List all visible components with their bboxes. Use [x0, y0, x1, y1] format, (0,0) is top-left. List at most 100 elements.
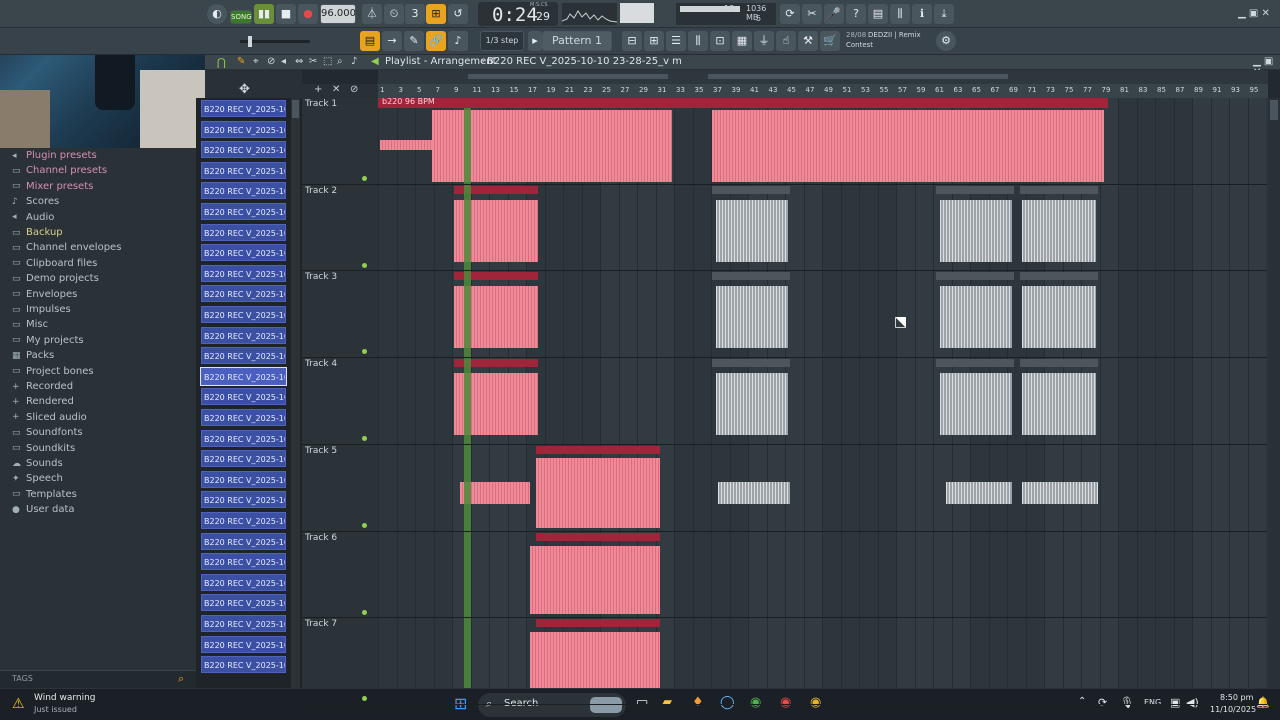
audio-clip[interactable] — [716, 373, 788, 435]
browser-item-project-bones[interactable]: ▭ Project bones — [12, 364, 94, 379]
pattern-clip-header[interactable] — [936, 359, 1014, 367]
audio-clip[interactable] — [1022, 482, 1098, 504]
pattern-clip-header[interactable] — [1020, 186, 1098, 194]
volume-icon[interactable]: ◀) — [1186, 696, 1199, 709]
link-icon[interactable]: 🔗 — [426, 31, 446, 51]
close-track-icon[interactable]: ✕ — [332, 84, 340, 95]
audio-clip[interactable] — [940, 286, 1012, 348]
audio-clip[interactable] — [1022, 286, 1096, 348]
browser-item-sliced-audio[interactable]: + Sliced audio — [12, 410, 87, 425]
clock-date[interactable]: 11/10/2025 — [1210, 705, 1256, 714]
pattern-clip-header[interactable] — [536, 533, 660, 541]
tempo-automation-bar[interactable]: b220 96 BPM — [378, 97, 1108, 108]
clip-item[interactable]: B220 REC V_2025-10-11... — [201, 635, 286, 653]
master-volume-slider[interactable] — [240, 36, 310, 47]
tools-icon[interactable]: ✂ — [802, 4, 822, 24]
news-line-1[interactable]: DEDZII | Remix — [868, 31, 921, 39]
pattern-prev-icon[interactable]: ▸ — [528, 31, 542, 51]
select-tool-icon[interactable]: ⬚ — [323, 56, 332, 67]
wrench-icon[interactable]: ⚒ — [798, 31, 818, 51]
clock-time[interactable]: 8:50 pm — [1220, 693, 1253, 702]
microphone-icon[interactable]: 🎤 — [824, 4, 844, 24]
audio-clip[interactable] — [536, 458, 660, 528]
stop-button[interactable]: ■ — [276, 4, 296, 24]
clip-item[interactable]: B220 REC V_2025-10-11... — [201, 615, 286, 632]
search-icon[interactable]: ⌕ — [178, 672, 184, 686]
clip-item[interactable]: B220 REC V_2025-10-10... — [201, 285, 286, 303]
pattern-clip-header[interactable] — [536, 446, 660, 454]
clip-item[interactable]: B220 REC V_2025-10-10... — [201, 429, 286, 447]
clip-item[interactable]: B220 REC V_2025-10-11... — [201, 532, 286, 550]
metronome-icon[interactable]: ⏃ — [362, 4, 382, 24]
audio-clip[interactable] — [716, 200, 788, 262]
browser-item-clipboard-files[interactable]: ▭ Clipboard files — [12, 256, 97, 271]
clip-item[interactable]: B220 REC V_2025-10-10... — [200, 366, 287, 386]
cart-icon[interactable]: 🛒 — [820, 31, 840, 51]
audio-clip[interactable] — [530, 546, 660, 614]
task-view-icon[interactable]: ▭ — [636, 695, 648, 710]
clip-item[interactable]: B220 REC V_2025-10-10... — [201, 100, 286, 117]
audio-clip[interactable] — [1022, 200, 1096, 262]
time-display[interactable]: 0:24 29 M:S:CS — [478, 2, 558, 26]
clip-item[interactable]: B220 REC V_2025-10-11... — [201, 656, 286, 674]
file-explorer-icon[interactable]: ▰ — [662, 695, 672, 710]
browser-item-recorded[interactable]: + Recorded — [12, 379, 73, 394]
track-label[interactable]: Track 6 — [305, 533, 337, 543]
clip-list-scrollbar[interactable] — [291, 98, 300, 688]
wait-record-icon[interactable]: ⏲ — [384, 4, 404, 24]
track-enable-led[interactable] — [362, 262, 367, 268]
slip-tool-icon[interactable]: ⇔ — [295, 56, 303, 67]
browser-icon[interactable]: ⊡ — [710, 31, 730, 51]
clip-item[interactable]: B220 REC V_2025-10-10... — [201, 161, 286, 179]
weather-title[interactable]: Wind warning — [34, 693, 96, 703]
track-label[interactable]: Track 3 — [305, 272, 337, 282]
playlist-scrollbar[interactable] — [1268, 98, 1280, 688]
clip-item[interactable]: B220 REC V_2025-10-10... — [201, 244, 286, 262]
touch-icon[interactable]: ☝ — [776, 31, 796, 51]
browser-item-mixer-presets[interactable]: ▭ Mixer presets — [12, 179, 93, 194]
playlist-arrow-icon[interactable]: ◀ — [371, 56, 379, 67]
browser-item-misc[interactable]: ▭ Misc — [12, 317, 48, 332]
browser-item-speech[interactable]: ✦ Speech — [12, 471, 63, 486]
pattern-clip-header[interactable] — [536, 619, 660, 627]
browser-item-demo-projects[interactable]: ▭ Demo projects — [12, 271, 99, 286]
audio-clip[interactable] — [718, 482, 790, 504]
pattern-select[interactable]: Pattern 1 — [542, 31, 612, 51]
track-options-icon[interactable]: ⊘ — [350, 84, 358, 95]
clip-item[interactable]: B220 REC V_2025-10-11... — [201, 470, 286, 488]
stamp-icon[interactable]: ♪ — [448, 31, 468, 51]
news-icon[interactable]: ⚙ — [936, 31, 956, 51]
play-button[interactable]: ▮▮ — [254, 4, 274, 24]
chrome-icon[interactable]: ◉ — [750, 695, 761, 710]
audio-clip[interactable] — [380, 140, 432, 150]
add-track-icon[interactable]: + — [314, 84, 322, 95]
loop-record-icon[interactable]: ↺ — [448, 4, 468, 24]
browser-item-channel-envelopes[interactable]: ▭ Channel envelopes — [12, 240, 121, 255]
browser-item-packs[interactable]: ▦ Packs — [12, 348, 54, 363]
chrome-alt-icon[interactable]: ◉ — [780, 695, 791, 710]
clip-item[interactable]: B220 REC V_2025-10-10... — [201, 182, 286, 200]
track-label[interactable]: Track 7 — [305, 619, 337, 629]
browser-item-soundfonts[interactable]: ▭ Soundfonts — [12, 425, 83, 440]
warning-icon[interactable]: ⚠ — [12, 696, 25, 712]
arrow-right-icon[interactable]: → — [382, 31, 402, 51]
clip-item[interactable]: B220 REC V_2025-10-11... — [201, 594, 286, 612]
piano-roll-icon[interactable]: ⊟ — [622, 31, 642, 51]
clip-item[interactable]: B220 REC V_2025-10-10... — [201, 203, 286, 220]
pencil-icon[interactable]: ✎ — [237, 56, 245, 67]
mic-tray-icon[interactable]: 🎙 — [1120, 696, 1134, 709]
refresh-tray-icon[interactable]: ⟳ — [1098, 696, 1107, 709]
cortana-icon[interactable]: ◯ — [720, 695, 735, 710]
playlist-breadcrumb[interactable]: B220 REC V_2025-10-10 23-28-25_v m — [487, 56, 682, 67]
track-label[interactable]: Track 1 — [305, 99, 337, 109]
delete-tool-icon[interactable]: ⊘ — [267, 56, 275, 67]
track-label[interactable]: Track 2 — [305, 186, 337, 196]
browser-item-templates[interactable]: ▭ Templates — [12, 487, 77, 502]
clip-item[interactable]: B220 REC V_2025-10-10... — [201, 141, 286, 159]
clip-item[interactable]: B220 REC V_2025-10-11... — [201, 491, 286, 509]
playlist-icon[interactable]: ☰ — [666, 31, 686, 51]
info-icon[interactable]: ℹ — [912, 4, 932, 24]
track-label[interactable]: Track 4 — [305, 359, 337, 369]
countdown-icon[interactable]: 3 — [405, 4, 425, 24]
browser-item-sounds[interactable]: ☁ Sounds — [12, 456, 63, 471]
